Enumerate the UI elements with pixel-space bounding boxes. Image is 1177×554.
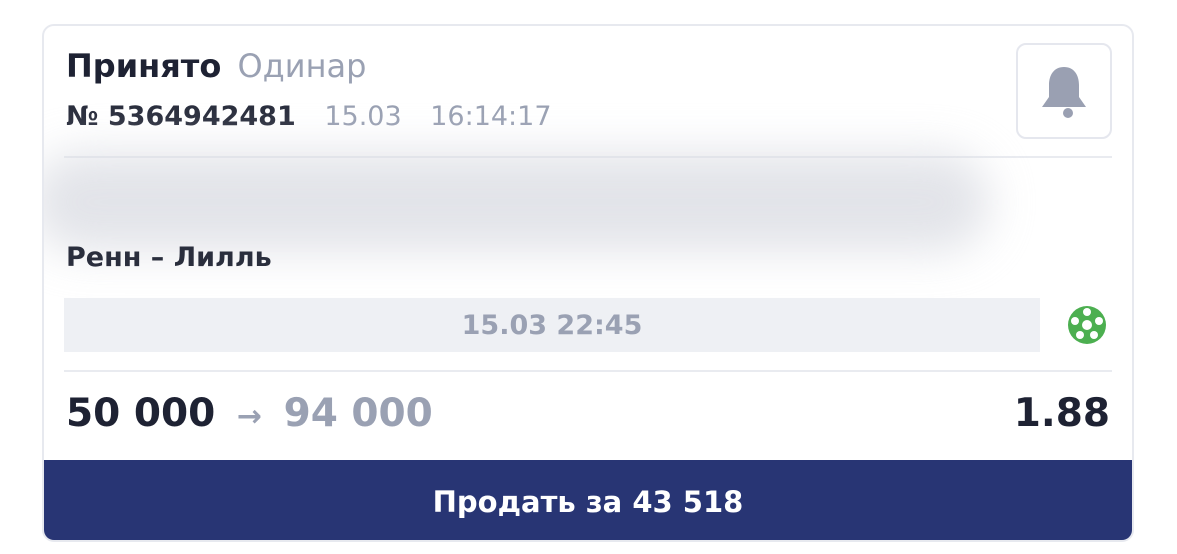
arrow-right-icon: → xyxy=(236,399,262,434)
potential-payout: 94 000 xyxy=(283,391,433,436)
sell-bet-button[interactable]: Продать за 43 518 xyxy=(44,460,1132,540)
stake-amount: 50 000 xyxy=(66,391,216,436)
notification-bell-button[interactable] xyxy=(1016,43,1112,139)
soccer-ball-icon xyxy=(1068,306,1106,344)
bet-status: Принято xyxy=(66,47,222,85)
bet-date: 15.03 xyxy=(324,101,402,132)
event-name[interactable]: Ренн – Лилль xyxy=(66,242,272,273)
bet-time: 16:14:17 xyxy=(430,101,552,132)
stake-line: 50 000 → 94 000 xyxy=(66,389,433,442)
bet-meta: № 5364942481 15.03 16:14:17 xyxy=(66,100,552,134)
bet-number: № 5364942481 xyxy=(66,101,296,132)
divider xyxy=(64,370,1112,372)
bell-icon xyxy=(1042,67,1086,118)
bet-type: Одинар xyxy=(237,47,367,85)
bet-odds: 1.88 xyxy=(1013,391,1110,436)
status-line: Принято Одинар xyxy=(66,44,552,88)
blurred-market-text xyxy=(44,152,990,252)
bet-card: Принято Одинар № 5364942481 15.03 16:14:… xyxy=(42,24,1134,542)
event-start-time: 15.03 22:45 xyxy=(64,298,1040,352)
bet-header: Принято Одинар № 5364942481 15.03 16:14:… xyxy=(66,44,552,134)
